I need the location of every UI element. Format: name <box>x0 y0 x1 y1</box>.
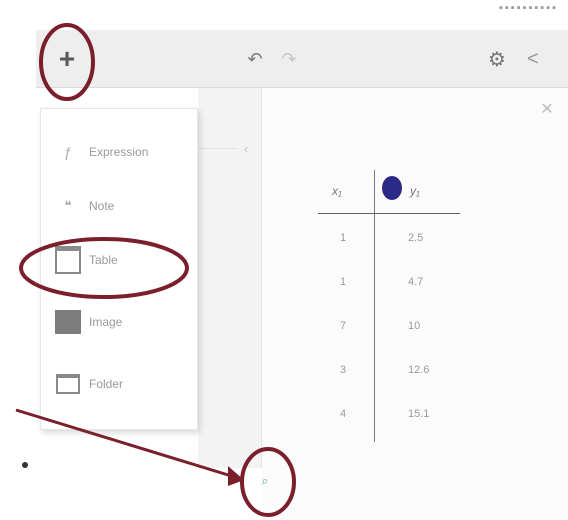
table-cell[interactable]: 12.6 <box>408 364 429 376</box>
menu-item-expression[interactable]: ƒ Expression <box>55 139 148 165</box>
table-cell[interactable]: 2.5 <box>408 232 423 244</box>
table-row: 7 10 <box>318 302 460 346</box>
window-title: ▪▪▪▪▪▪▪▪▪▪ <box>499 2 558 14</box>
menu-item-label: Note <box>89 199 115 213</box>
expression-list-panel <box>198 88 262 468</box>
series-color-marker[interactable] <box>382 176 402 200</box>
toolbar: + ↶ ↷ ⚙ < <box>36 30 568 88</box>
zoom-icon[interactable]: ⌕ <box>254 470 276 492</box>
data-table[interactable]: x₁ y₁ 1 2.5 1 4.7 7 10 3 12.6 4 15.1 <box>318 170 460 442</box>
table-cell[interactable]: 10 <box>408 320 420 332</box>
table-icon <box>55 246 81 274</box>
table-header: x₁ y₁ <box>318 170 460 214</box>
menu-item-image[interactable]: Image <box>55 309 122 335</box>
table-cell[interactable]: 4 <box>340 408 346 420</box>
table-cell[interactable]: 7 <box>340 320 346 332</box>
menu-item-label: Folder <box>89 377 124 391</box>
table-cell[interactable]: 3 <box>340 364 346 376</box>
table-row: 4 15.1 <box>318 390 460 434</box>
add-item-menu: ƒ Expression ❝ Note Table Image Folder <box>40 108 198 430</box>
menu-item-label: Image <box>89 315 123 329</box>
gear-icon[interactable]: ⚙ <box>482 44 512 74</box>
expression-icon: ƒ <box>64 144 72 160</box>
table-row: 1 2.5 <box>318 214 460 258</box>
redo-icon[interactable]: ↷ <box>274 44 304 74</box>
annotation-arrowhead <box>228 466 244 486</box>
menu-item-table[interactable]: Table <box>55 246 118 274</box>
cursor-dot <box>22 462 28 468</box>
table-row: 1 4.7 <box>318 258 460 302</box>
share-icon[interactable]: < <box>518 44 548 74</box>
column-header-y[interactable]: y₁ <box>410 184 420 198</box>
window-top-strip: ▪▪▪▪▪▪▪▪▪▪ <box>0 0 568 18</box>
menu-item-note[interactable]: ❝ Note <box>55 193 115 219</box>
menu-item-label: Table <box>89 253 118 267</box>
chevron-left-icon[interactable]: ‹ <box>244 142 248 156</box>
undo-icon[interactable]: ↶ <box>240 44 270 74</box>
folder-icon <box>55 371 81 397</box>
table-cell[interactable]: 1 <box>340 276 346 288</box>
table-cell[interactable]: 15.1 <box>408 408 429 420</box>
table-cell[interactable]: 1 <box>340 232 346 244</box>
menu-item-folder[interactable]: Folder <box>55 371 123 397</box>
table-cell[interactable]: 4.7 <box>408 276 423 288</box>
image-icon <box>55 309 81 335</box>
table-row: 3 12.6 <box>318 346 460 390</box>
menu-item-label: Expression <box>89 145 149 159</box>
column-header-x[interactable]: x₁ <box>332 184 342 198</box>
divider <box>198 148 238 149</box>
close-icon[interactable]: ✕ <box>536 98 558 120</box>
plus-icon[interactable]: + <box>52 43 82 74</box>
note-icon: ❝ <box>64 198 72 213</box>
